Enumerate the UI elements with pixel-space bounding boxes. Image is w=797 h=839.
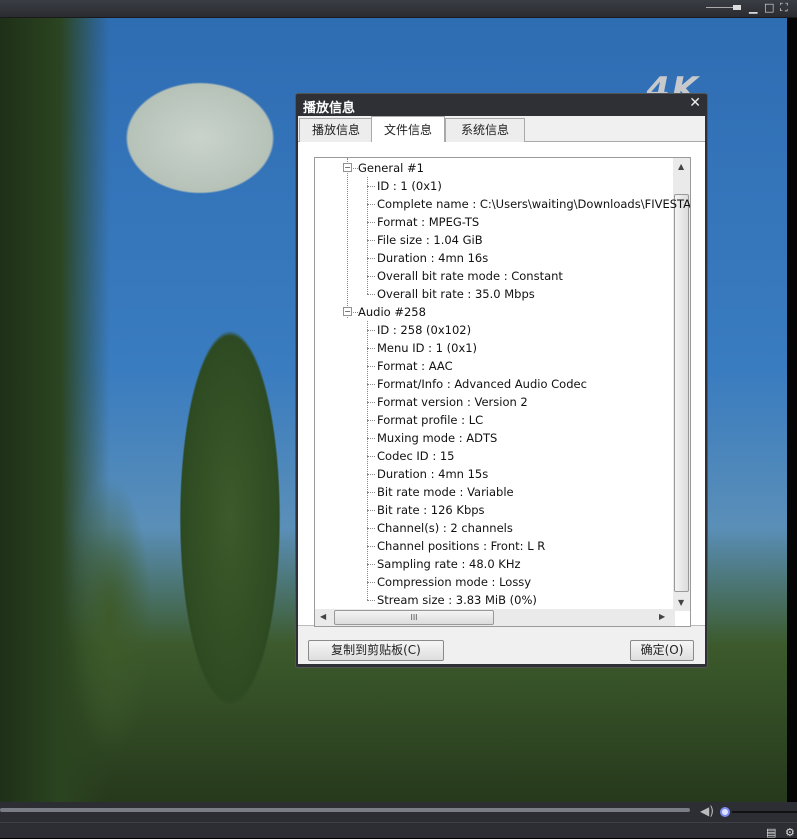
tree-line — [367, 402, 375, 403]
scroll-up-icon[interactable]: ▲ — [678, 162, 684, 171]
tree-item[interactable]: Duration : 4mn 16s — [377, 249, 488, 267]
media-info-dialog: 播放信息 ✕ 播放信息 文件信息 系统信息 ▲ ▼ ◀ III ▶ − Gener… — [295, 93, 708, 668]
tree-line — [367, 348, 375, 349]
vertical-scroll-thumb[interactable] — [674, 194, 689, 592]
tree-item[interactable]: Duration : 4mn 15s — [377, 465, 488, 483]
volume-knob[interactable] — [720, 807, 730, 817]
tab-playback-info[interactable]: 播放信息 — [299, 118, 373, 142]
tree-item[interactable]: Bit rate mode : Variable — [377, 483, 514, 501]
opacity-slider-track[interactable] — [706, 7, 734, 8]
tree-line — [367, 330, 375, 331]
tab-file-info[interactable]: 文件信息 — [371, 116, 445, 143]
tree-line — [367, 204, 375, 205]
tree-item[interactable]: Channel positions : Front: L R — [377, 537, 545, 555]
video-border — [787, 18, 797, 802]
tree-item[interactable]: Overall bit rate : 35.0 Mbps — [377, 285, 535, 303]
volume-track[interactable] — [732, 811, 797, 813]
tree-item[interactable]: Bit rate : 126 Kbps — [377, 501, 485, 519]
tree-item[interactable]: Format version : Version 2 — [377, 393, 528, 411]
tree-line — [367, 294, 375, 295]
horizontal-scroll-thumb[interactable]: III — [334, 610, 494, 625]
seek-bar[interactable] — [0, 808, 690, 812]
tree-section[interactable]: Audio #258 — [358, 303, 426, 321]
maximize-icon[interactable]: □ — [764, 2, 774, 14]
tree-item[interactable]: Muxing mode : ADTS — [377, 429, 497, 447]
scroll-right-icon[interactable]: ▶ — [659, 612, 665, 621]
tree-line — [367, 222, 375, 223]
scroll-left-icon[interactable]: ◀ — [320, 612, 326, 621]
tree-line — [347, 158, 348, 318]
tree-line — [367, 582, 375, 583]
tree-item[interactable]: Menu ID : 1 (0x1) — [377, 339, 477, 357]
tree-line — [367, 438, 375, 439]
tree-section[interactable]: General #1 — [358, 159, 424, 177]
collapse-icon[interactable]: − — [343, 307, 352, 316]
media-info-tree[interactable]: ▲ ▼ ◀ III ▶ − General #1 ID : 1 (0x1) Compl… — [314, 157, 691, 627]
tree-item[interactable]: Complete name : C:\Users\waiting\Downloa… — [377, 195, 690, 213]
tree-line — [367, 528, 375, 529]
scroll-down-icon[interactable]: ▼ — [678, 598, 684, 607]
dialog-title: 播放信息 — [303, 101, 356, 116]
player-title-bar: ▁ □ ⛶ — [0, 0, 797, 18]
volume-icon[interactable]: ◀) — [700, 804, 714, 818]
tree-line — [367, 492, 375, 493]
tree-line — [367, 600, 375, 601]
collapse-icon[interactable]: − — [343, 163, 352, 172]
tree-line — [367, 240, 375, 241]
divider — [0, 822, 797, 823]
tree-line — [367, 258, 375, 259]
close-icon[interactable]: ✕ — [689, 95, 701, 111]
tree-item[interactable]: File size : 1.04 GiB — [377, 231, 483, 249]
tree-item[interactable]: Overall bit rate mode : Constant — [377, 267, 563, 285]
tree-item[interactable]: Stream size : 3.83 MiB (0%) — [377, 591, 537, 609]
ok-button[interactable]: 确定(O) — [630, 640, 694, 661]
tree-line — [367, 546, 375, 547]
playlist-icon[interactable]: ▤ — [766, 826, 776, 839]
tree-line — [367, 564, 375, 565]
tab-system-info[interactable]: 系统信息 — [445, 118, 525, 142]
tree-item[interactable]: Format : AAC — [377, 357, 453, 375]
tree-item[interactable]: ID : 258 (0x102) — [377, 321, 471, 339]
settings-gear-icon[interactable]: ⚙ — [785, 826, 795, 839]
tree-item[interactable]: Compression mode : Lossy — [377, 573, 531, 591]
tree-line — [367, 276, 375, 277]
tree-item[interactable]: Format : MPEG-TS — [377, 213, 479, 231]
fullscreen-icon[interactable]: ⛶ — [780, 2, 788, 14]
opacity-slider-thumb[interactable] — [733, 5, 741, 10]
minimize-icon[interactable]: ▁ — [749, 2, 757, 14]
tree-item[interactable]: ID : 1 (0x1) — [377, 177, 442, 195]
tree-line — [367, 510, 375, 511]
tree-line — [367, 474, 375, 475]
vertical-scrollbar[interactable]: ▲ ▼ — [673, 158, 690, 611]
tree-item[interactable]: Format profile : LC — [377, 411, 483, 429]
tree-line — [367, 420, 375, 421]
tree-item[interactable]: Sampling rate : 48.0 KHz — [377, 555, 521, 573]
tree-line — [367, 384, 375, 385]
tab-bar: 播放信息 文件信息 系统信息 — [298, 116, 705, 143]
tree-item[interactable]: Codec ID : 15 — [377, 447, 455, 465]
tree-line — [367, 456, 375, 457]
tree-line — [367, 186, 375, 187]
tree-line — [367, 321, 368, 600]
tree-item[interactable]: Format/Info : Advanced Audio Codec — [377, 375, 587, 393]
tree-item[interactable]: Channel(s) : 2 channels — [377, 519, 513, 537]
tree-line — [367, 366, 375, 367]
copy-to-clipboard-button[interactable]: 复制到剪贴板(C) — [308, 640, 444, 661]
horizontal-scrollbar[interactable]: ◀ III ▶ — [315, 609, 675, 626]
tree-line — [367, 177, 368, 294]
